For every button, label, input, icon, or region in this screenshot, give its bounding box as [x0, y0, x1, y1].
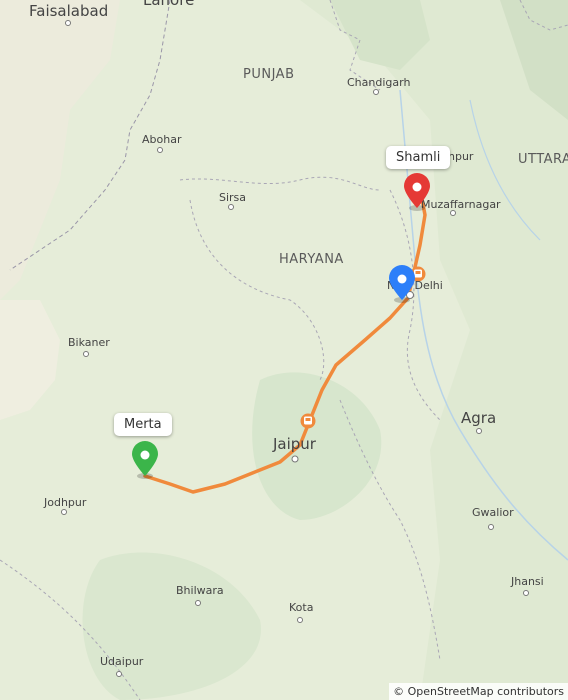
- city-dot: [61, 509, 67, 515]
- city-label-jaipur: Jaipur: [272, 435, 317, 453]
- city-dot: [476, 428, 482, 434]
- origin-callout: Merta: [114, 413, 172, 436]
- city-dot: [228, 204, 234, 210]
- map-attribution[interactable]: © OpenStreetMap contributors: [389, 683, 568, 700]
- destination-callout: Shamli: [386, 146, 451, 169]
- region-label-haryana: HARYANA: [279, 252, 344, 267]
- city-label-agra: Agra: [461, 409, 496, 427]
- city-label-lahore: Lahore: [143, 0, 194, 9]
- city-dot: [65, 20, 71, 26]
- city-dot: [195, 600, 201, 606]
- city-label-muzaffarnagar: Muzaffarnagar: [421, 198, 501, 211]
- city-label-jhansi: Jhansi: [510, 575, 544, 588]
- bus-stop-icon[interactable]: [300, 413, 316, 429]
- city-dot: [297, 617, 303, 623]
- city-label-bikaner: Bikaner: [68, 336, 110, 349]
- city-dot: [488, 524, 494, 530]
- map-canvas[interactable]: PUNJAB HARYANA UTTARA Faisalabad Lahore …: [0, 0, 568, 700]
- city-dot: [523, 590, 529, 596]
- city-label-faisalabad: Faisalabad: [29, 2, 108, 20]
- city-label-saharanpur: npur: [448, 150, 474, 163]
- city-dot: [373, 89, 379, 95]
- city-dot: [157, 147, 163, 153]
- city-dot: [450, 210, 456, 216]
- city-label-jodhpur: Jodhpur: [43, 496, 87, 509]
- city-dot: [83, 351, 89, 357]
- city-label-sirsa: Sirsa: [219, 191, 246, 204]
- region-label-punjab: PUNJAB: [243, 67, 295, 82]
- city-label-abohar: Abohar: [142, 133, 182, 146]
- city-dot: [291, 455, 299, 463]
- region-label-uttar-pradesh: UTTARA: [518, 152, 568, 167]
- city-label-udaipur: Udaipur: [100, 655, 144, 668]
- city-label-bhilwara: Bhilwara: [176, 584, 224, 597]
- city-label-chandigarh: Chandigarh: [347, 76, 410, 89]
- city-label-kota: Kota: [289, 601, 313, 614]
- city-dot: [116, 671, 122, 677]
- city-label-gwalior: Gwalior: [472, 506, 514, 519]
